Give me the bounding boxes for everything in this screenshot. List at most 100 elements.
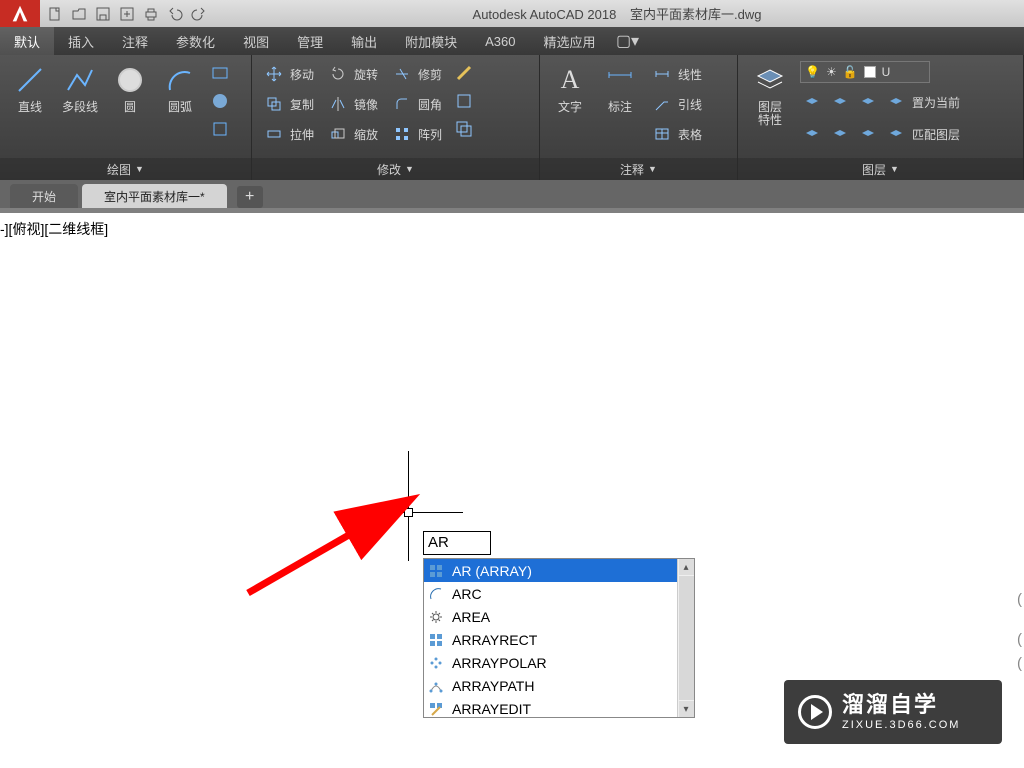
ac-item-arraypolar[interactable]: ARRAYPOLAR — [424, 651, 694, 674]
scale-button[interactable]: 缩放 — [324, 121, 382, 147]
paren-2: ( — [1017, 631, 1022, 648]
dimension-button[interactable]: 标注 — [598, 61, 642, 158]
drawing-canvas[interactable]: -][俯视][二维线框] AR AR (ARRAY) ARC AREA ARRA… — [0, 213, 1024, 768]
line-button[interactable]: 直线 — [8, 61, 52, 158]
hatch-icon[interactable] — [208, 89, 232, 113]
layer-name: U — [882, 65, 891, 79]
app-logo[interactable] — [0, 0, 40, 27]
save-icon[interactable] — [92, 3, 114, 25]
array-button[interactable]: 阵列 — [388, 121, 446, 147]
ac-item-arrayrect[interactable]: ARRAYRECT — [424, 628, 694, 651]
trim-button[interactable]: 修剪 — [388, 61, 446, 87]
tab-addins[interactable]: 附加模块 — [391, 27, 471, 55]
text-button[interactable]: A文字 — [548, 61, 592, 158]
rotate-button[interactable]: 旋转 — [324, 61, 382, 87]
spline-icon[interactable] — [208, 117, 232, 141]
layer-icn3[interactable] — [856, 89, 880, 113]
layer-icn2[interactable] — [828, 89, 852, 113]
stretch-button[interactable]: 拉伸 — [260, 121, 318, 147]
leader-button[interactable]: 引线 — [648, 91, 706, 117]
new-icon[interactable] — [44, 3, 66, 25]
ac-item-arc[interactable]: ARC — [424, 582, 694, 605]
doctab-current[interactable]: 室内平面素材库一* — [82, 184, 227, 208]
panel-annotation-title[interactable]: 注释▼ — [540, 158, 737, 180]
tab-overflow-icon[interactable]: ▢▾ — [610, 27, 646, 55]
tab-view[interactable]: 视图 — [229, 27, 283, 55]
arraypath-icon — [428, 678, 444, 694]
scroll-down-icon[interactable]: ▾ — [679, 701, 694, 717]
layer-icn8[interactable] — [884, 121, 908, 145]
document-tabs: 开始 室内平面素材库一* + — [0, 180, 1024, 208]
panel-draw: 直线 多段线 圆 圆弧 绘图▼ — [0, 55, 252, 180]
rect-icon[interactable] — [208, 61, 232, 85]
doctab-new-icon[interactable]: + — [237, 186, 263, 208]
copy-button[interactable]: 复制 — [260, 91, 318, 117]
pickbox — [404, 508, 413, 517]
autocomplete-scrollbar[interactable]: ▴ ▾ — [677, 559, 694, 717]
tab-parametric[interactable]: 参数化 — [162, 27, 229, 55]
ribbon: 直线 多段线 圆 圆弧 绘图▼ 移动 复制 拉伸 旋转 镜像 缩放 — [0, 55, 1024, 180]
erase-icon[interactable] — [452, 61, 476, 85]
arc-button[interactable]: 圆弧 — [158, 61, 202, 158]
crosshair-vertical — [408, 451, 409, 561]
fillet-button[interactable]: 圆角 — [388, 91, 446, 117]
tab-a360[interactable]: A360 — [471, 27, 529, 55]
gear-icon — [428, 609, 444, 625]
play-icon — [798, 695, 832, 729]
ac-item-array[interactable]: AR (ARRAY) — [424, 559, 694, 582]
open-icon[interactable] — [68, 3, 90, 25]
table-button[interactable]: 表格 — [648, 121, 706, 147]
saveas-icon[interactable] — [116, 3, 138, 25]
scroll-up-icon[interactable]: ▴ — [679, 559, 694, 575]
explode-icon[interactable] — [452, 89, 476, 113]
tab-manage[interactable]: 管理 — [283, 27, 337, 55]
viewport-label[interactable]: -][俯视][二维线框] — [0, 219, 108, 239]
tab-output[interactable]: 输出 — [337, 27, 391, 55]
autocomplete-popup: AR (ARRAY) ARC AREA ARRAYRECT ARRAYPOLAR… — [423, 558, 695, 718]
layer-icn7[interactable] — [856, 121, 880, 145]
panel-layers-title[interactable]: 图层▼ — [738, 158, 1023, 180]
layer-icn5[interactable] — [800, 121, 824, 145]
tab-annotate[interactable]: 注释 — [108, 27, 162, 55]
layer-icn1[interactable] — [800, 89, 824, 113]
redo-icon[interactable] — [188, 3, 210, 25]
undo-icon[interactable] — [164, 3, 186, 25]
quick-access-toolbar — [44, 3, 210, 25]
sun-icon: ☀ — [826, 65, 837, 79]
mirror-button[interactable]: 镜像 — [324, 91, 382, 117]
watermark: 溜溜自学 ZIXUE.3D66.COM — [784, 680, 1002, 744]
scroll-thumb[interactable] — [679, 576, 694, 700]
ac-item-area[interactable]: AREA — [424, 605, 694, 628]
polyline-button[interactable]: 多段线 — [58, 61, 102, 158]
bulb-icon: 💡 — [805, 65, 820, 79]
layer-color-swatch — [864, 66, 876, 78]
panel-annotation: A文字 标注 线性 引线 表格 注释▼ — [540, 55, 738, 180]
array-icon — [428, 563, 444, 579]
paren-1: ( — [1017, 591, 1022, 608]
layer-icn6[interactable] — [828, 121, 852, 145]
command-input[interactable]: AR — [423, 531, 491, 555]
ac-item-arraypath[interactable]: ARRAYPATH — [424, 674, 694, 697]
layer-properties-button[interactable]: 图层 特性 — [746, 61, 794, 158]
title-bar: Autodesk AutoCAD 2018 室内平面素材库一.dwg — [0, 0, 1024, 27]
linear-dim-button[interactable]: 线性 — [648, 61, 706, 87]
lock-icon: 🔓 — [843, 65, 858, 79]
doctab-start[interactable]: 开始 — [10, 184, 78, 208]
arrayedit-icon — [428, 701, 444, 717]
layer-icn4[interactable] — [884, 89, 908, 113]
make-current-button[interactable]: 置为当前 — [912, 89, 960, 115]
match-layer-button[interactable]: 匹配图层 — [912, 121, 960, 147]
circle-button[interactable]: 圆 — [108, 61, 152, 158]
tab-insert[interactable]: 插入 — [54, 27, 108, 55]
print-icon[interactable] — [140, 3, 162, 25]
ac-item-arrayedit[interactable]: ARRAYEDIT — [424, 697, 694, 717]
offset-icon[interactable] — [452, 117, 476, 141]
layer-selector[interactable]: 💡 ☀ 🔓 U — [800, 61, 930, 83]
panel-draw-title[interactable]: 绘图▼ — [0, 158, 251, 180]
tab-default[interactable]: 默认 — [0, 27, 54, 55]
panel-modify-title[interactable]: 修改▼ — [252, 158, 539, 180]
move-button[interactable]: 移动 — [260, 61, 318, 87]
tab-featured[interactable]: 精选应用 — [530, 27, 610, 55]
panel-layers: 图层 特性 💡 ☀ 🔓 U 置为当前 — [738, 55, 1024, 180]
panel-modify: 移动 复制 拉伸 旋转 镜像 缩放 修剪 圆角 阵列 修改▼ — [252, 55, 540, 180]
